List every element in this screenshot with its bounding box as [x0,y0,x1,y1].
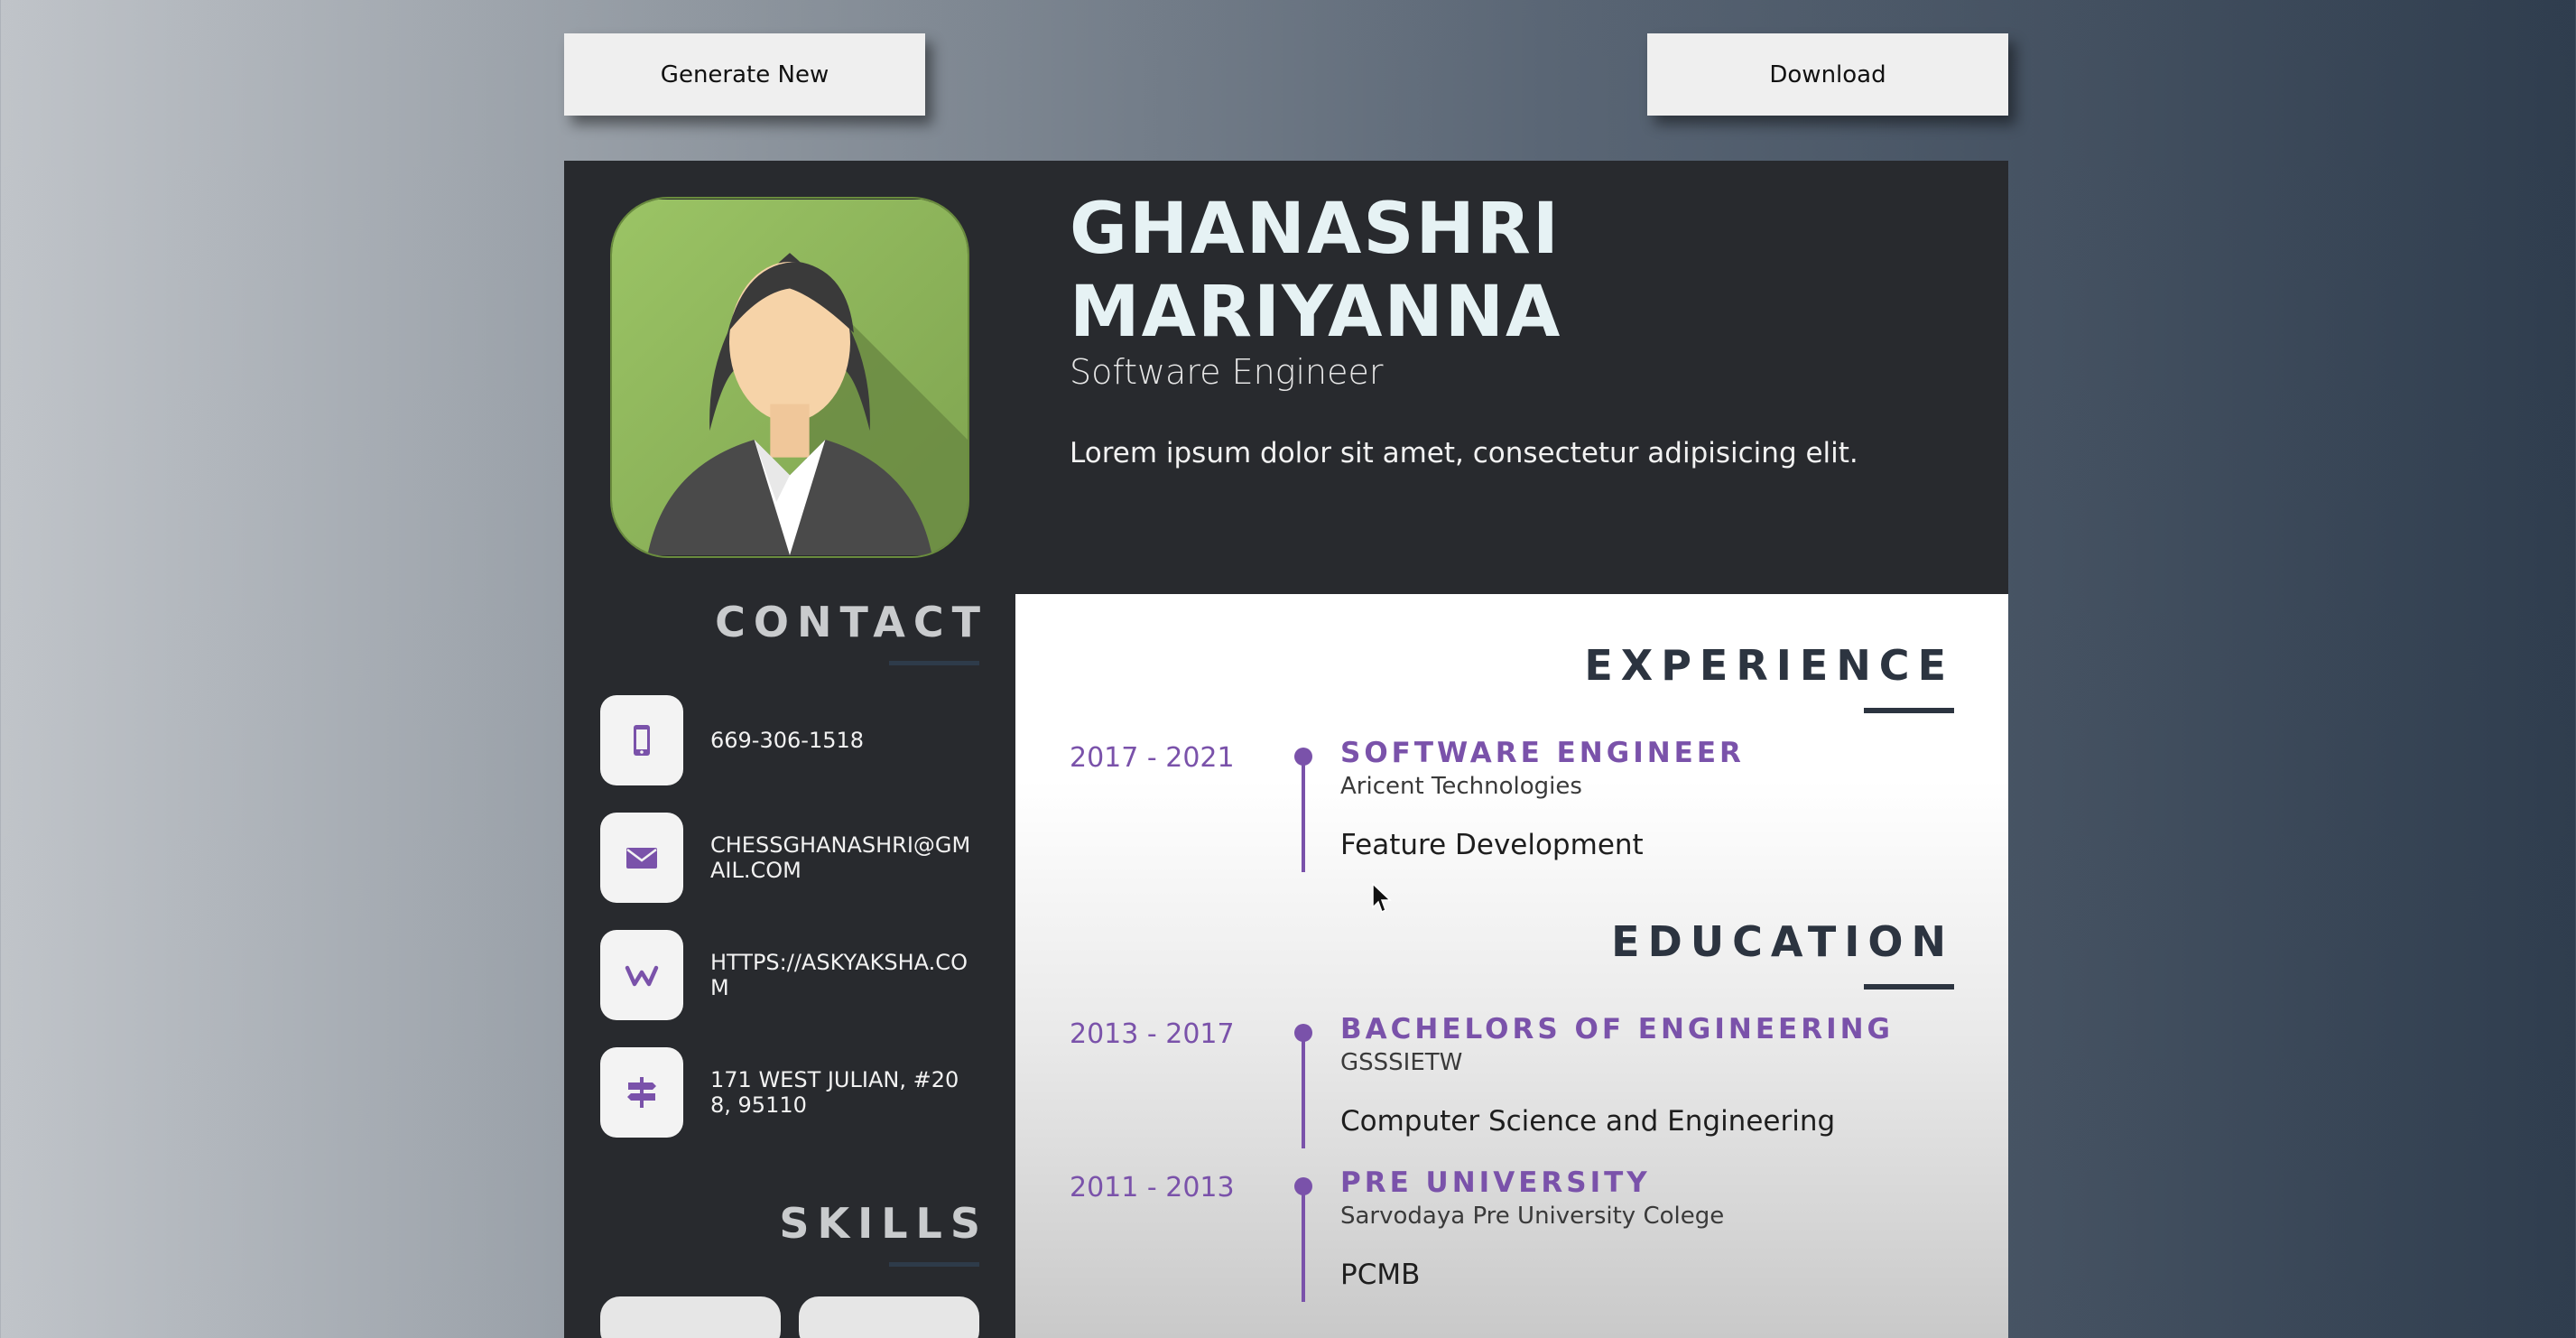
entry-dates: 2017 - 2021 [1070,742,1235,774]
experience-heading-rule [1864,708,1954,713]
skills-heading: SKILLS [779,1199,988,1248]
contact-address-text: 171 WEST JULIAN, #208, 95110 [710,1067,959,1118]
entry-organization: GSSSIETW [1340,1049,1463,1076]
experience-heading: EXPERIENCE [1584,641,1954,690]
address-signpost-icon [600,1047,683,1138]
email-icon [600,813,683,903]
avatar-woman-icon [612,200,968,555]
contact-item-phone: 669-306-1518 [600,695,988,785]
entry-description: Computer Science and Engineering [1340,1105,1836,1138]
entry-dates: 2011 - 2013 [1070,1172,1235,1203]
job-title: Software Engineer [1070,352,1384,392]
contact-heading-rule [889,661,979,665]
timeline-line [1302,1033,1305,1148]
download-button[interactable]: Download [1647,33,2008,116]
website-icon [600,930,683,1020]
timeline-line [1302,1186,1305,1302]
name-line-2: MARIYANNA [1070,272,1562,353]
education-heading: EDUCATION [1611,917,1954,966]
contact-item-email: CHESSGHANASHRI@GMAIL.COM [600,813,988,903]
resume-card: CONTACT 669-306-1518 CHESSGHANASHRI@GMAI… [564,161,2008,1338]
skill-chip [799,1296,979,1338]
entry-organization: Sarvodaya Pre University Colege [1340,1203,1725,1230]
contact-phone-text: 669-306-1518 [710,728,865,753]
entry-dates: 2013 - 2017 [1070,1018,1235,1050]
person-name: GHANASHRI MARIYANNA [1070,188,1701,354]
generate-new-button[interactable]: Generate New [564,33,925,116]
profile-summary: Lorem ipsum dolor sit amet, consectetur … [1070,437,1858,469]
entry-title: BACHELORS OF ENGINEERING [1340,1013,1894,1045]
mouse-cursor-icon [1372,883,1392,914]
main-panel: EXPERIENCE 2017 - 2021 SOFTWARE ENGINEER… [1015,594,2008,1338]
entry-description: PCMB [1340,1259,1421,1291]
contact-email-text: CHESSGHANASHRI@GMAIL.COM [710,832,971,883]
avatar [610,197,969,558]
skill-chip [600,1296,781,1338]
entry-description: Feature Development [1340,829,1644,861]
entry-organization: Aricent Technologies [1340,773,1582,800]
contact-item-website: HTTPS://ASKYAKSHA.COM [600,930,988,1020]
entry-title: SOFTWARE ENGINEER [1340,737,1745,769]
contact-item-address: 171 WEST JULIAN, #208, 95110 [600,1047,988,1138]
name-line-1: GHANASHRI [1070,189,1561,270]
skills-heading-rule [889,1262,979,1267]
education-heading-rule [1864,984,1954,990]
contact-heading: CONTACT [715,598,988,646]
entry-title: PRE UNIVERSITY [1340,1166,1651,1199]
contact-website-text: HTTPS://ASKYAKSHA.COM [710,950,968,1000]
phone-icon [600,695,683,785]
timeline-line [1302,757,1305,872]
